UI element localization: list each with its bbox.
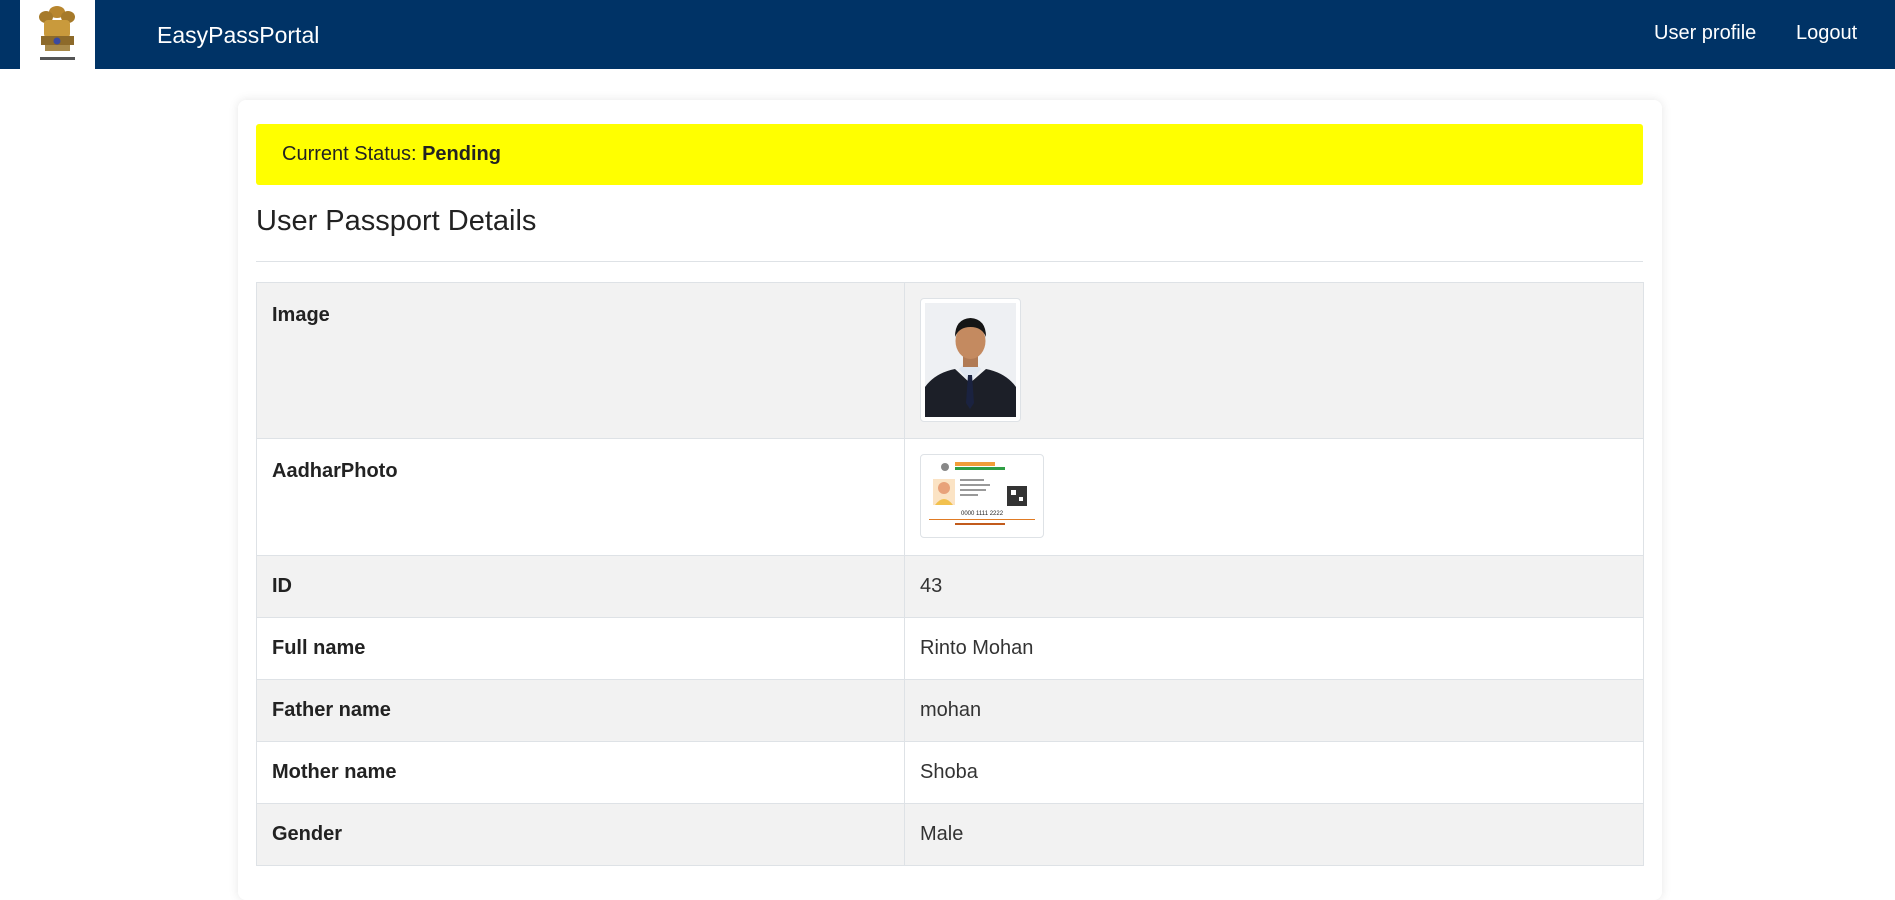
logout-link[interactable]: Logout	[1796, 22, 1857, 45]
row-label: Father name	[256, 679, 905, 742]
page-title: User Passport Details	[256, 205, 537, 237]
status-label: Current Status:	[282, 143, 417, 165]
table-row-image: Image	[256, 282, 1644, 439]
row-value: Shoba	[904, 741, 1644, 804]
top-navbar: EasyPassPortal User profile Logout	[0, 0, 1895, 69]
row-value: 43	[904, 555, 1644, 618]
row-label: Mother name	[256, 741, 905, 804]
row-value: mohan	[904, 679, 1644, 742]
national-emblem-logo[interactable]	[20, 0, 95, 69]
brand-link[interactable]: EasyPassPortal	[157, 22, 319, 49]
table-row-aadhar: AadharPhoto 0000 1111 2222	[256, 438, 1644, 556]
table-row: Gender Male	[256, 803, 1644, 866]
table-row: Mother name Shoba	[256, 741, 1644, 804]
status-banner: Current Status: Pending	[256, 124, 1643, 185]
row-label: AadharPhoto	[256, 438, 905, 556]
row-value: Male	[904, 803, 1644, 866]
table-row: ID 43	[256, 555, 1644, 618]
row-label: Full name	[256, 617, 905, 680]
aadhar-number-text: 0000 1111 2222	[961, 511, 1004, 517]
row-value	[904, 282, 1644, 439]
status-value: Pending	[422, 143, 501, 165]
user-photo-thumbnail[interactable]	[920, 298, 1021, 422]
passport-details-table: Image AadharPhoto 0000 1111 2222 ID 43 F…	[256, 282, 1644, 866]
passport-details-card: Current Status: Pending User Passport De…	[238, 100, 1662, 900]
row-label: Gender	[256, 803, 905, 866]
row-value: 0000 1111 2222	[904, 438, 1644, 556]
aadhar-photo-thumbnail[interactable]: 0000 1111 2222	[920, 454, 1044, 538]
title-divider	[256, 261, 1643, 262]
table-row: Father name mohan	[256, 679, 1644, 742]
table-row: Full name Rinto Mohan	[256, 617, 1644, 680]
row-label: Image	[256, 282, 905, 439]
row-label: ID	[256, 555, 905, 618]
user-profile-link[interactable]: User profile	[1654, 22, 1756, 45]
row-value: Rinto Mohan	[904, 617, 1644, 680]
